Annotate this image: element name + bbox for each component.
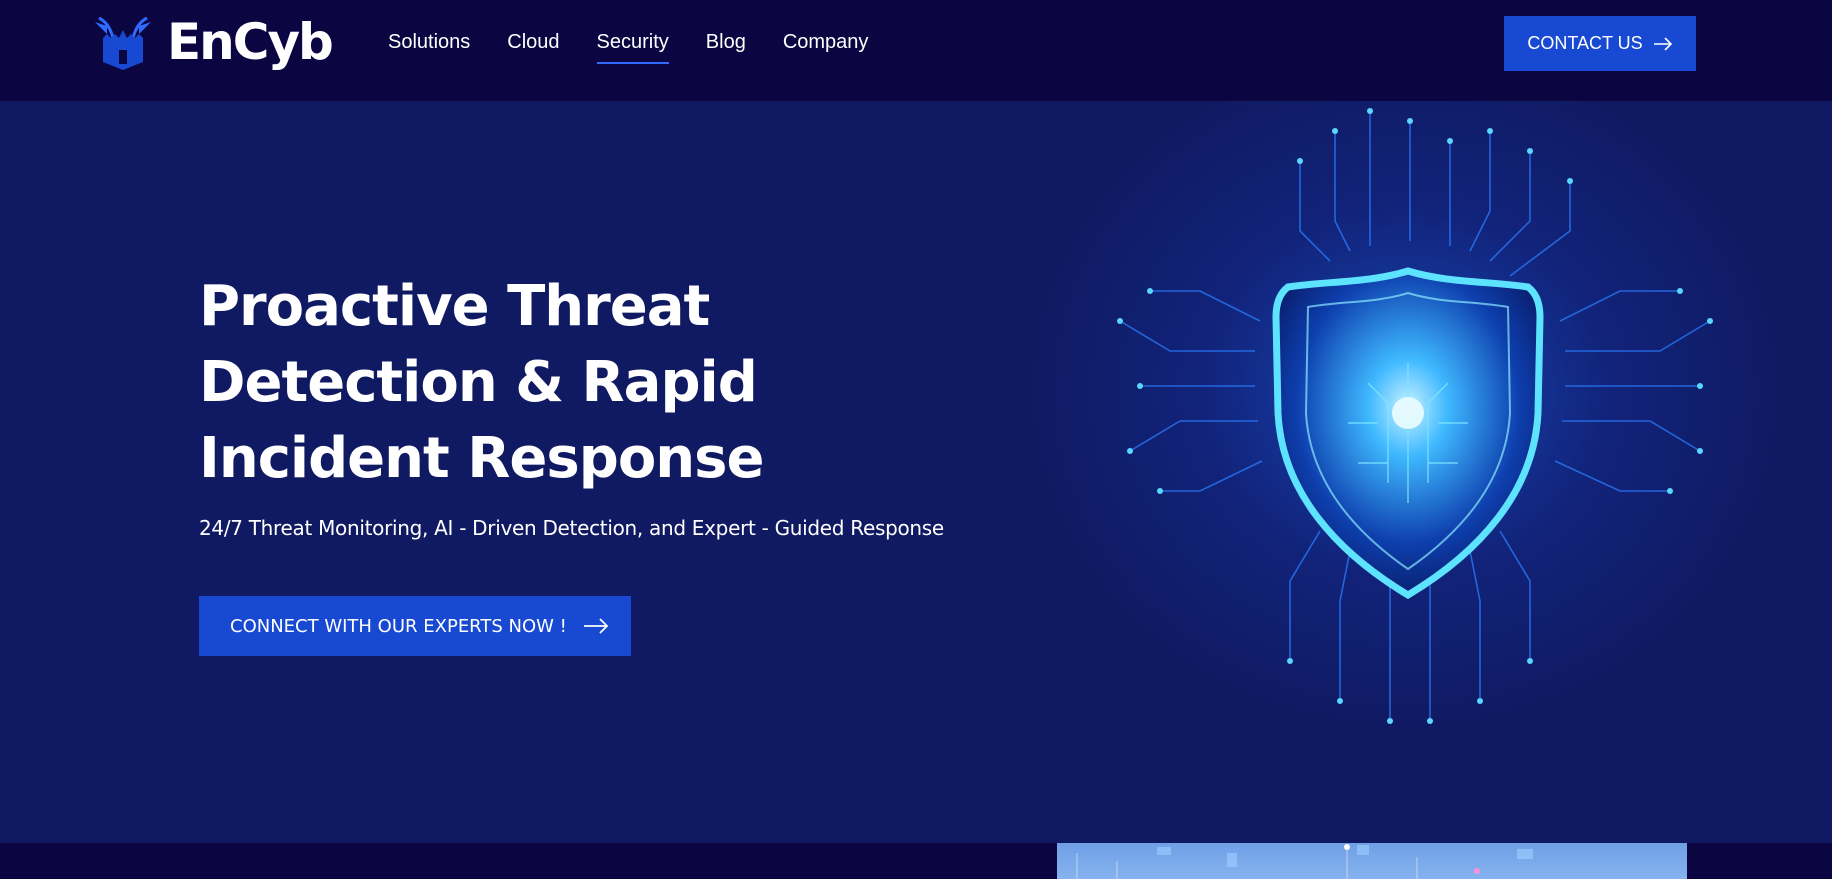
circuit-pattern-graphic [1076, 844, 1533, 879]
hero-title-line-1: Proactive Threat [199, 274, 710, 339]
nav-item-security[interactable]: Security [596, 28, 669, 64]
contact-us-label: CONTACT US [1527, 33, 1643, 53]
next-section-image [1057, 843, 1687, 879]
connect-experts-button[interactable]: CONNECT WITH OUR EXPERTS NOW ! [199, 596, 631, 656]
nav-item-company[interactable]: Company [783, 28, 869, 64]
nav-item-solutions[interactable]: Solutions [388, 28, 470, 64]
next-section-preview [0, 843, 1832, 879]
nav-item-blog[interactable]: Blog [706, 28, 746, 64]
hero-title: Proactive Threat Detection & Rapid Incid… [199, 269, 899, 497]
brand-name: EnCyb [167, 13, 334, 71]
top-navigation: EnCyb Solutions Cloud Security Blog Comp… [0, 0, 1832, 101]
arrow-right-icon [583, 618, 609, 634]
connect-experts-label: CONNECT WITH OUR EXPERTS NOW ! [230, 615, 567, 637]
hero-title-line-3: Incident Response [199, 426, 764, 491]
nav-item-cloud[interactable]: Cloud [507, 28, 559, 64]
glowing-shield-icon [1272, 267, 1544, 600]
hero-title-line-2: Detection & Rapid [199, 350, 758, 415]
castle-wings-logo-icon [95, 16, 151, 70]
brand-logo[interactable]: EnCyb [93, 12, 334, 72]
contact-us-button[interactable]: CONTACT US [1504, 16, 1696, 71]
main-menu: Solutions Cloud Security Blog Company [388, 28, 905, 64]
hero-subtitle: 24/7 Threat Monitoring, AI - Driven Dete… [199, 516, 944, 540]
hero-section: Proactive Threat Detection & Rapid Incid… [0, 101, 1832, 843]
arrow-right-icon [1653, 36, 1672, 51]
